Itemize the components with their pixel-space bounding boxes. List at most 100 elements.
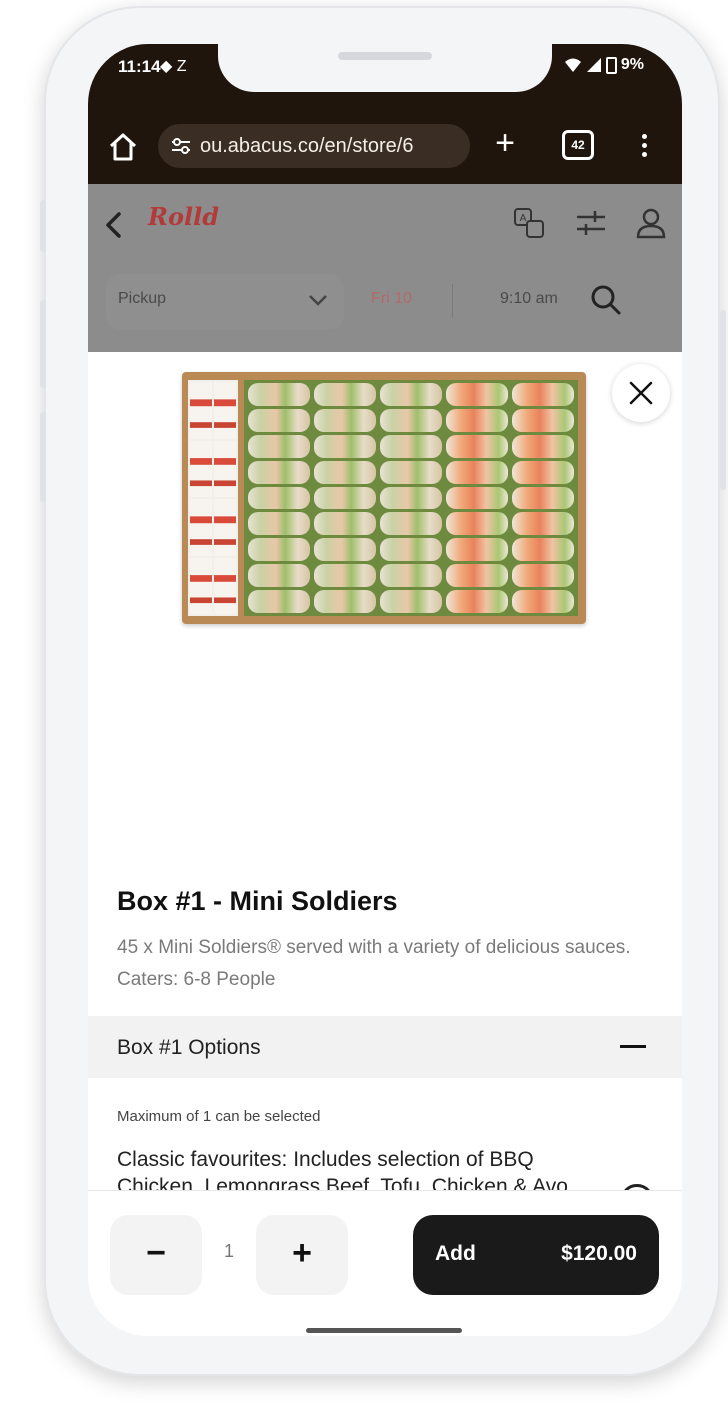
sliders-icon[interactable]: [574, 206, 608, 240]
minus-icon: −: [146, 1234, 166, 1272]
phone-side-button: [40, 412, 46, 502]
home-icon[interactable]: [106, 130, 140, 164]
roll: [380, 564, 442, 588]
roll: [248, 590, 310, 613]
roll: [380, 590, 442, 613]
phone-side-button: [720, 310, 726, 490]
home-indicator[interactable]: [306, 1328, 462, 1333]
user-icon[interactable]: [634, 206, 668, 240]
minus-icon[interactable]: [620, 1045, 646, 1048]
rice-paper-rolls: [244, 380, 578, 616]
search-icon[interactable]: [590, 284, 622, 316]
roll: [512, 486, 574, 510]
roll: [314, 408, 376, 432]
pickup-day[interactable]: Fri 10: [371, 290, 412, 308]
roll: [314, 486, 376, 510]
roll: [380, 538, 442, 562]
order-mode-value: Pickup: [118, 290, 167, 307]
roll: [446, 434, 508, 458]
roll: [314, 590, 376, 613]
options-section-title: Box #1 Options: [117, 1036, 261, 1059]
roll: [446, 383, 508, 406]
roll: [314, 460, 376, 484]
selection-limit-note: Maximum of 1 can be selected: [117, 1108, 321, 1125]
svg-text:A: A: [520, 213, 527, 224]
roll: [380, 512, 442, 536]
roll: [314, 434, 376, 458]
roll: [248, 512, 310, 536]
signal-icon: [586, 58, 601, 72]
roll: [314, 564, 376, 588]
roll: [248, 383, 310, 406]
status-indicators: 9%: [564, 56, 644, 74]
add-to-cart-button[interactable]: Add $120.00: [413, 1215, 659, 1295]
store-logo[interactable]: Rolld: [148, 202, 219, 231]
phone-side-button: [40, 300, 46, 388]
address-bar[interactable]: ou.abacus.co/en/store/6: [158, 124, 470, 168]
product-description: 45 x Mini Soldiers® served with a variet…: [117, 937, 631, 990]
add-button-price: $120.00: [561, 1242, 637, 1265]
roll: [248, 460, 310, 484]
pickup-time[interactable]: 9:10 am: [500, 290, 558, 308]
battery-percent: 9%: [620, 56, 644, 73]
roll: [446, 538, 508, 562]
roll: [314, 383, 376, 406]
roll: [512, 538, 574, 562]
roll: [380, 486, 442, 510]
url-text[interactable]: ou.abacus.co/en/store/6: [200, 135, 413, 158]
roll: [512, 383, 574, 406]
phone-notch: [218, 44, 552, 92]
close-icon: [629, 381, 653, 405]
roll: [380, 434, 442, 458]
roll: [446, 590, 508, 613]
wifi-icon: [564, 58, 581, 72]
translate-icon[interactable]: A: [512, 206, 546, 240]
roll: [380, 383, 442, 406]
tabs-icon[interactable]: 42: [562, 130, 594, 160]
decrease-quantity-button[interactable]: −: [110, 1215, 202, 1295]
notification-icons: ◆ Z: [160, 58, 187, 75]
close-button[interactable]: [612, 364, 670, 422]
divider: [452, 284, 453, 318]
roll: [512, 564, 574, 588]
roll: [446, 564, 508, 588]
roll: [248, 538, 310, 562]
product-image: [182, 372, 586, 624]
more-vert-icon[interactable]: [634, 130, 654, 164]
roll: [380, 408, 442, 432]
roll: [314, 538, 376, 562]
chevron-left-icon[interactable]: [102, 210, 126, 240]
product-title: Box #1 - Mini Soldiers: [117, 886, 398, 916]
roll: [248, 434, 310, 458]
quantity-value: 1: [223, 1241, 234, 1261]
browser-toolbar: ou.abacus.co/en/store/6 + 42: [88, 114, 682, 176]
phone-screen: 11:14 ◆ Z 9% ou.abacus.co/en/store/6 + 4…: [88, 44, 682, 1336]
battery-icon: [605, 56, 617, 74]
roll: [380, 460, 442, 484]
roll: [314, 512, 376, 536]
chevron-down-icon: [309, 295, 327, 306]
roll: [446, 408, 508, 432]
status-time: 11:14: [118, 57, 161, 76]
add-button-label: Add: [435, 1242, 476, 1265]
roll: [512, 434, 574, 458]
roll: [512, 590, 574, 613]
plus-icon: +: [292, 1234, 312, 1272]
roll: [248, 408, 310, 432]
order-mode-select[interactable]: Pickup: [106, 274, 344, 330]
roll: [512, 408, 574, 432]
roll: [446, 512, 508, 536]
roll: [248, 564, 310, 588]
add-to-cart-bar: − 1 + Add $120.00: [88, 1190, 682, 1336]
speaker-grille: [338, 52, 432, 60]
increase-quantity-button[interactable]: +: [256, 1215, 348, 1295]
roll: [446, 460, 508, 484]
options-section-header[interactable]: Box #1 Options: [88, 1016, 682, 1078]
tune-icon[interactable]: [170, 135, 192, 157]
roll: [512, 460, 574, 484]
phone-side-button: [40, 200, 46, 252]
browser-chrome: 11:14 ◆ Z 9% ou.abacus.co/en/store/6 + 4…: [88, 44, 682, 184]
plus-icon[interactable]: +: [488, 126, 522, 162]
sauce-packets: [188, 380, 238, 616]
roll: [512, 512, 574, 536]
